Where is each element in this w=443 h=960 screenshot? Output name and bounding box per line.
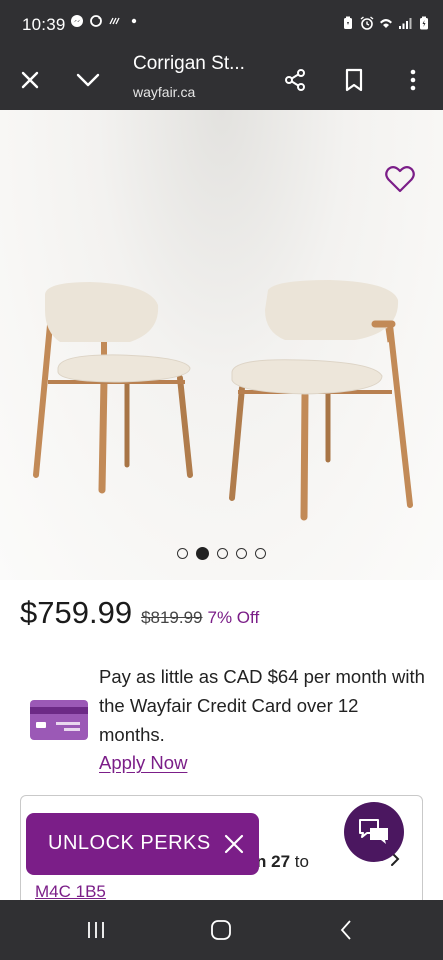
favorite-heart-icon[interactable] (385, 165, 415, 193)
delivery-date-day: 27 (271, 852, 291, 871)
more-vert-icon (410, 69, 416, 91)
carousel-dot-active[interactable] (196, 547, 209, 560)
alarm-icon (360, 16, 374, 30)
carousel-dots (0, 547, 443, 560)
product-image-carousel[interactable] (0, 110, 443, 580)
status-time: 10:39 (22, 15, 66, 34)
missed-call-icon (109, 17, 120, 25)
chevron-down-icon (76, 73, 100, 87)
carousel-dot[interactable] (217, 548, 228, 559)
unlock-perks-button[interactable]: UNLOCK PERKS (26, 813, 259, 875)
home-icon (211, 920, 231, 940)
delivery-date-suffix: to (294, 852, 309, 871)
left-chair (33, 282, 193, 494)
back-icon (340, 920, 351, 940)
chat-button[interactable] (344, 802, 404, 862)
postal-code-link[interactable]: M4C 1B5 (35, 882, 106, 902)
bookmark-icon (345, 68, 363, 92)
delivery-date: n 27 to (256, 852, 309, 872)
close-tab-button[interactable] (10, 60, 50, 100)
page-domain: wayfair.ca (133, 84, 196, 100)
status-icons-left (70, 14, 141, 28)
current-price: $759.99 (20, 595, 133, 630)
status-bar: 10:39 (0, 0, 443, 50)
dot-icon (131, 18, 137, 24)
signal-icon (399, 18, 412, 29)
more-options-button[interactable] (393, 60, 433, 100)
system-nav-bar (0, 900, 443, 960)
price-row: $759.99 $819.99 7% Off (20, 595, 259, 631)
share-icon (285, 69, 305, 91)
battery-icon (420, 16, 428, 30)
chairs-image (33, 280, 413, 521)
credit-card-icon (30, 700, 88, 740)
discount-label: 7% Off (207, 608, 260, 627)
recent-apps-icon (88, 922, 104, 938)
wayfair-product-page: 10:39 Corrigan St... wayfair.ca $759.99 … (0, 0, 443, 960)
chat-icon (359, 819, 388, 844)
wifi-icon (380, 19, 392, 28)
minimize-tab-button[interactable] (68, 60, 108, 100)
carousel-dot[interactable] (236, 548, 247, 559)
browser-toolbar: Corrigan St... wayfair.ca (0, 50, 443, 110)
close-icon[interactable] (223, 833, 245, 855)
original-price: $819.99 (141, 608, 203, 627)
carousel-dot[interactable] (255, 548, 266, 559)
page-title: Corrigan St... (133, 53, 245, 74)
share-button[interactable] (275, 60, 315, 100)
close-icon (21, 71, 39, 89)
messenger-icon (71, 15, 83, 27)
recent-apps-button[interactable] (76, 915, 116, 945)
right-chair (229, 280, 413, 521)
home-button[interactable] (201, 915, 241, 945)
unlock-perks-label: UNLOCK PERKS (48, 832, 211, 854)
battery-saver-icon (344, 16, 352, 29)
bookmark-button[interactable] (334, 60, 374, 100)
financing-text: Pay as little as CAD $64 per month with … (99, 666, 425, 745)
sync-icon (90, 15, 102, 27)
apply-now-link[interactable]: Apply Now (99, 752, 187, 774)
carousel-dot[interactable] (177, 548, 188, 559)
back-button[interactable] (326, 915, 366, 945)
status-icons-right (341, 16, 431, 30)
